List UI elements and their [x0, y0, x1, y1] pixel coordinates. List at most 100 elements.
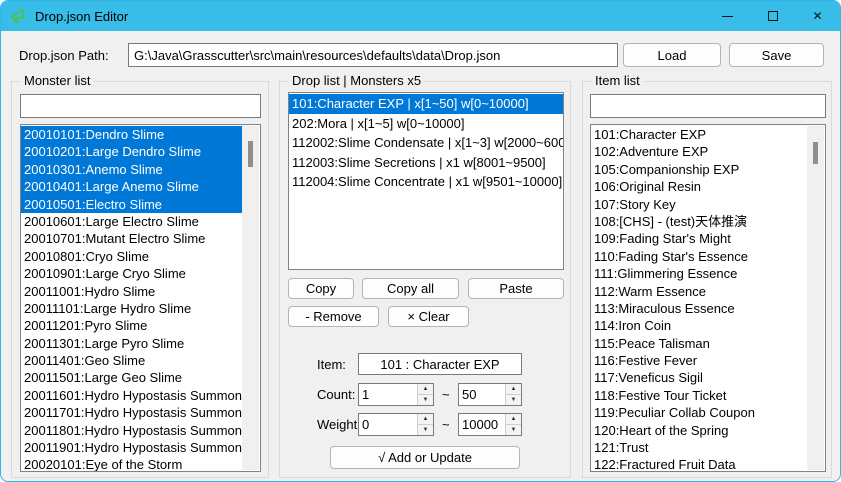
drop-list-item[interactable]: 112004:Slime Concentrate | x1 w[9501~100… — [289, 172, 563, 192]
monster-list-item[interactable]: 20011501:Large Geo Slime — [21, 369, 243, 386]
path-input[interactable] — [128, 43, 618, 67]
item-list-item[interactable]: 115:Peace Talisman — [591, 335, 808, 352]
drop-list[interactable]: 101:Character EXP | x[1~50] w[0~10000]20… — [288, 92, 564, 270]
item-list-item[interactable]: 118:Festive Tour Ticket — [591, 387, 808, 404]
monster-list-scrollbar[interactable] — [242, 126, 259, 470]
clear-button[interactable]: × Clear — [388, 306, 469, 327]
copy-button[interactable]: Copy — [288, 278, 354, 299]
drop-list-item[interactable]: 112002:Slime Condensate | x[1~3] w[2000~… — [289, 133, 563, 153]
drop-list-title: Drop list | Monsters x5 — [288, 73, 425, 88]
close-button[interactable]: ✕ — [795, 1, 840, 31]
drop-list-item[interactable]: 202:Mora | x[1~5] w[0~10000] — [289, 114, 563, 134]
monster-list-item[interactable]: 20020101:Eye of the Storm — [21, 456, 243, 471]
item-list-item[interactable]: 102:Adventure EXP — [591, 143, 808, 160]
minimize-button[interactable] — [705, 1, 750, 31]
title-bar[interactable]: Drop.json Editor ✕ — [1, 1, 840, 31]
path-label: Drop.json Path: — [19, 48, 109, 63]
monster-list-item[interactable]: 20011701:Hydro Hypostasis Summon — [21, 404, 243, 421]
item-list-item[interactable]: 116:Festive Fever — [591, 352, 808, 369]
count-max-down-icon[interactable]: ▼ — [506, 395, 521, 405]
monster-list-item[interactable]: 20011901:Hydro Hypostasis Summon — [21, 439, 243, 456]
weight-max-up-icon[interactable]: ▲ — [506, 414, 521, 425]
item-list-title: Item list — [591, 73, 644, 88]
monster-list-item[interactable]: 20010301:Anemo Slime — [21, 161, 243, 178]
window-title: Drop.json Editor — [35, 9, 128, 24]
weight-range-separator: ~ — [442, 417, 450, 432]
monster-list-item[interactable]: 20010101:Dendro Slime — [21, 126, 243, 143]
megaphone-icon — [10, 8, 27, 25]
monster-scroll-thumb[interactable] — [248, 141, 253, 167]
paste-button[interactable]: Paste — [468, 278, 564, 299]
count-max-stepper[interactable]: ▲ ▼ — [458, 383, 522, 406]
maximize-icon — [768, 11, 778, 21]
close-icon: ✕ — [812, 10, 822, 22]
item-list-item[interactable]: 120:Heart of the Spring — [591, 422, 808, 439]
item-list-item[interactable]: 121:Trust — [591, 439, 808, 456]
item-list-item[interactable]: 112:Warm Essence — [591, 283, 808, 300]
item-list-item[interactable]: 113:Miraculous Essence — [591, 300, 808, 317]
item-scroll-thumb[interactable] — [813, 142, 818, 164]
monster-list-item[interactable]: 20011401:Geo Slime — [21, 352, 243, 369]
monster-list-item[interactable]: 20010901:Large Cryo Slime — [21, 265, 243, 282]
count-max-up-icon[interactable]: ▲ — [506, 384, 521, 395]
item-list[interactable]: 101:Character EXP102:Adventure EXP105:Co… — [590, 124, 826, 472]
item-list-item[interactable]: 108:[CHS] - (test)天体推演 — [591, 213, 808, 230]
monster-list-item[interactable]: 20011601:Hydro Hypostasis Summon — [21, 387, 243, 404]
count-min-stepper[interactable]: ▲ ▼ — [358, 383, 434, 406]
count-min-down-icon[interactable]: ▼ — [418, 395, 433, 405]
weight-max-stepper[interactable]: ▲ ▼ — [458, 413, 522, 436]
monster-search-input[interactable] — [20, 94, 261, 118]
item-list-item[interactable]: 117:Veneficus Sigil — [591, 369, 808, 386]
item-list-item[interactable]: 111:Glimmering Essence — [591, 265, 808, 282]
item-list-item[interactable]: 119:Peculiar Collab Coupon — [591, 404, 808, 421]
monster-list-item[interactable]: 20011201:Pyro Slime — [21, 317, 243, 334]
drop-list-item[interactable]: 101:Character EXP | x[1~50] w[0~10000] — [289, 94, 563, 114]
item-search-input[interactable] — [590, 94, 826, 118]
count-min-input[interactable] — [359, 384, 417, 405]
monster-list-item[interactable]: 20011801:Hydro Hypostasis Summon — [21, 422, 243, 439]
weight-min-input[interactable] — [359, 414, 417, 435]
item-list-item[interactable]: 107:Story Key — [591, 196, 808, 213]
count-max-input[interactable] — [459, 384, 505, 405]
item-list-item[interactable]: 110:Fading Star's Essence — [591, 248, 808, 265]
app-window: Drop.json Editor ✕ Drop.json Path: Load … — [0, 0, 841, 482]
monster-list[interactable]: 20010101:Dendro Slime20010201:Large Dend… — [20, 124, 261, 472]
monster-list-title: Monster list — [20, 73, 94, 88]
monster-list-item[interactable]: 20010801:Cryo Slime — [21, 248, 243, 265]
monster-list-item[interactable]: 20011301:Large Pyro Slime — [21, 335, 243, 352]
item-input[interactable] — [358, 353, 522, 375]
monster-list-group: Monster list 20010101:Dendro Slime200102… — [11, 81, 269, 478]
weight-min-down-icon[interactable]: ▼ — [418, 425, 433, 435]
item-list-item[interactable]: 101:Character EXP — [591, 126, 808, 143]
remove-button[interactable]: - Remove — [288, 306, 379, 327]
item-list-item[interactable]: 106:Original Resin — [591, 178, 808, 195]
weight-max-input[interactable] — [459, 414, 505, 435]
drop-list-item[interactable]: 112003:Slime Secretions | x1 w[8001~9500… — [289, 153, 563, 173]
item-list-item[interactable]: 114:Iron Coin — [591, 317, 808, 334]
item-list-item[interactable]: 122:Fractured Fruit Data — [591, 456, 808, 471]
monster-list-item[interactable]: 20010501:Electro Slime — [21, 196, 243, 213]
maximize-button[interactable] — [750, 1, 795, 31]
save-button[interactable]: Save — [729, 43, 824, 67]
copy-all-button[interactable]: Copy all — [362, 278, 459, 299]
monster-list-item[interactable]: 20010601:Large Electro Slime — [21, 213, 243, 230]
load-button[interactable]: Load — [623, 43, 721, 67]
weight-max-down-icon[interactable]: ▼ — [506, 425, 521, 435]
weight-min-up-icon[interactable]: ▲ — [418, 414, 433, 425]
item-list-item[interactable]: 105:Companionship EXP — [591, 161, 808, 178]
minimize-icon — [722, 16, 733, 17]
weight-min-stepper[interactable]: ▲ ▼ — [358, 413, 434, 436]
count-min-up-icon[interactable]: ▲ — [418, 384, 433, 395]
add-or-update-button[interactable]: √ Add or Update — [330, 446, 520, 469]
monster-list-item[interactable]: 20010201:Large Dendro Slime — [21, 143, 243, 160]
item-list-group: Item list 101:Character EXP102:Adventure… — [582, 81, 832, 478]
count-range-separator: ~ — [442, 387, 450, 402]
monster-list-item[interactable]: 20010701:Mutant Electro Slime — [21, 230, 243, 247]
weight-label: Weight: — [317, 417, 361, 432]
item-label: Item: — [317, 357, 346, 372]
item-list-scrollbar[interactable] — [807, 126, 824, 470]
monster-list-item[interactable]: 20011001:Hydro Slime — [21, 283, 243, 300]
monster-list-item[interactable]: 20011101:Large Hydro Slime — [21, 300, 243, 317]
monster-list-item[interactable]: 20010401:Large Anemo Slime — [21, 178, 243, 195]
item-list-item[interactable]: 109:Fading Star's Might — [591, 230, 808, 247]
